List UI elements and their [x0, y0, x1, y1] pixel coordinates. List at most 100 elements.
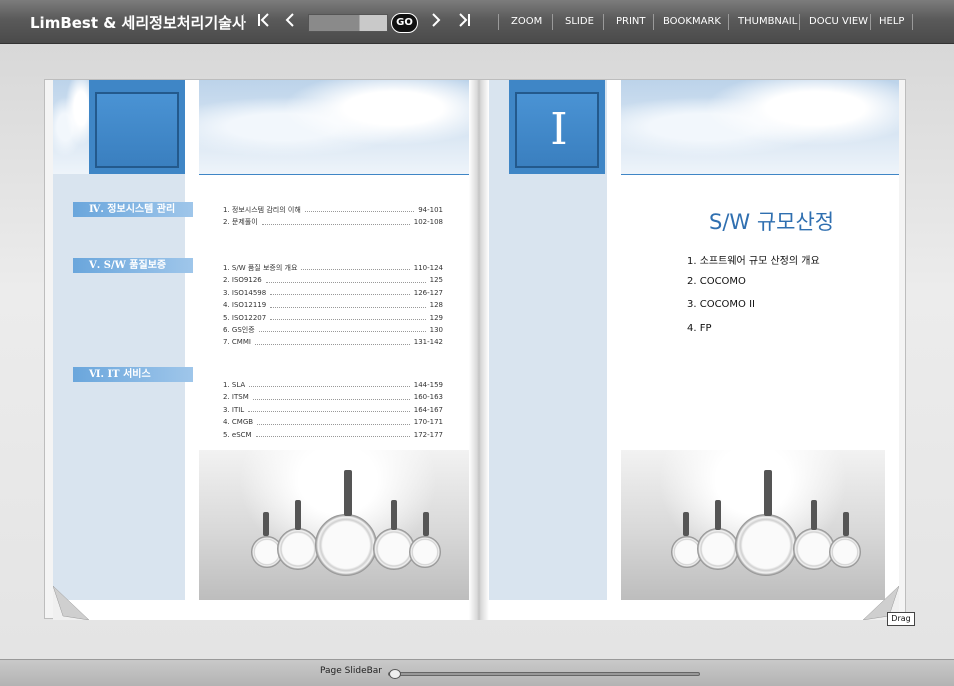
toc-leader-dots [270, 299, 426, 308]
toc-entry[interactable]: 3. ITIL 164-167 [223, 404, 443, 416]
toc-entry[interactable]: 7. CMMI 131-142 [223, 336, 443, 348]
sky-banner [53, 80, 93, 174]
person-figure [344, 470, 352, 516]
separator [799, 14, 800, 30]
toc-entry-title: 3. ISO14598 [223, 288, 267, 297]
toc-group-4: 1. 정보시스템 감리의 이해 94-101 2. 문제풀이 102-108 [223, 204, 443, 229]
toc-entry[interactable]: 5. eSCM 172-177 [223, 429, 443, 441]
separator [603, 14, 604, 30]
person-figure [683, 512, 689, 536]
toc-leader-dots [257, 416, 410, 425]
page-curl-icon[interactable] [53, 586, 89, 620]
right-page[interactable]: I S/W 규모산정 1. 소프트웨어 규모 산정의 개요 2. COCOMO … [477, 80, 899, 620]
toc-leader-dots [265, 274, 426, 283]
toc-entry-pages: 129 [429, 313, 443, 322]
menu-slide[interactable]: SLIDE [565, 16, 594, 27]
separator [552, 14, 553, 30]
menu-print[interactable]: PRINT [616, 16, 646, 27]
first-page-icon[interactable] [254, 11, 274, 33]
section-bar-4: Ⅳ. 정보시스템 관리 [73, 202, 193, 217]
chapter-tab-inner: I [515, 92, 599, 168]
toc-leader-dots [301, 262, 410, 271]
separator [728, 14, 729, 30]
menu-thumbnail[interactable]: THUMBNAIL [738, 16, 797, 27]
toc-entry[interactable]: 2. ITSM 160-163 [223, 391, 443, 403]
chapter-title: S/W 규모산정 [709, 210, 835, 234]
menu-bookmark[interactable]: BOOKMARK [663, 16, 721, 27]
toc-entry[interactable]: 3. ISO14598 126-127 [223, 287, 443, 299]
clock-illustration [697, 528, 739, 570]
menu-help[interactable]: HELP [879, 16, 904, 27]
book-spread: Ⅳ. 정보시스템 관리 Ⅴ. S/W 품질보증 Ⅵ. IT 서비스 1. 정보시… [44, 79, 906, 620]
clock-illustration [735, 514, 797, 576]
chapter-item: 2. COCOMO [687, 276, 746, 287]
toc-leader-dots [252, 391, 410, 400]
chapter-tab-inner [95, 92, 179, 168]
go-button[interactable]: GO [391, 13, 418, 33]
toc-entry[interactable]: 2. ISO9126 125 [223, 274, 443, 286]
separator [243, 14, 244, 30]
toc-entry-title: 3. ITIL [223, 405, 245, 414]
toc-entry[interactable]: 1. S/W 품질 보증의 개요 110-124 [223, 262, 443, 274]
toc-entry-pages: 110-124 [413, 264, 443, 272]
menu-docu-view[interactable]: DOCU VIEW [809, 16, 868, 27]
left-page[interactable]: Ⅳ. 정보시스템 관리 Ⅴ. S/W 품질보증 Ⅵ. IT 서비스 1. 정보시… [53, 80, 477, 620]
header-rule [199, 174, 477, 175]
chapter-roman-numeral: I [550, 104, 568, 155]
toc-entry-title: 7. CMMI [223, 338, 251, 347]
toc-entry[interactable]: 5. ISO12207 129 [223, 312, 443, 324]
clocks-illustration [199, 450, 477, 600]
toc-leader-dots [249, 379, 410, 388]
toc-entry-pages: 102-108 [413, 218, 443, 227]
toc-entry-title: 2. ISO9126 [223, 276, 262, 285]
toc-entry-pages: 170-171 [413, 418, 443, 427]
toc-entry[interactable]: 2. 문제풀이 102-108 [223, 216, 443, 228]
toc-entry-pages: 126-127 [413, 288, 443, 297]
page-number-input[interactable] [308, 14, 388, 32]
toc-entry-title: 1. SLA [223, 381, 246, 389]
toc-leader-dots [304, 204, 415, 213]
clock-illustration [315, 514, 377, 576]
toc-entry[interactable]: 1. SLA 144-159 [223, 379, 443, 391]
toc-entry-pages: 164-167 [413, 405, 443, 414]
bottom-bar: Page SlideBar [0, 659, 954, 686]
toc-entry[interactable]: 1. 정보시스템 감리의 이해 94-101 [223, 204, 443, 216]
brand-title: LimBest & 세리정보처리기술사 [30, 14, 246, 32]
toc-entry[interactable]: 4. ISO12119 128 [223, 299, 443, 311]
toc-entry-pages: 128 [429, 301, 443, 310]
toc-group-5: 1. S/W 품질 보증의 개요 110-124 2. ISO9126 125 3. I… [223, 262, 443, 349]
clocks-illustration [621, 450, 885, 600]
sky-banner [621, 80, 899, 174]
toc-entry[interactable]: 4. CMGB 170-171 [223, 416, 443, 428]
section-bar-6: Ⅵ. IT 서비스 [73, 367, 193, 382]
chapter-item: 4. FP [687, 323, 712, 334]
last-page-icon[interactable] [454, 11, 474, 33]
toc-entry-title: 1. S/W 품질 보증의 개요 [223, 264, 298, 272]
prev-page-icon[interactable] [280, 11, 300, 33]
toc-entry-title: 6. GS인증 [223, 325, 255, 334]
person-figure [263, 512, 269, 536]
toc-entry-title: 1. 정보시스템 감리의 이해 [223, 206, 301, 214]
person-figure [423, 512, 429, 536]
page-slidebar[interactable] [388, 669, 700, 679]
toc-leader-dots [248, 404, 410, 413]
clock-illustration [409, 536, 441, 568]
chapter-item: 3. COCOMO II [687, 299, 756, 310]
clock-illustration [277, 528, 319, 570]
header-rule [621, 174, 899, 175]
toc-leader-dots [255, 429, 410, 437]
next-page-icon[interactable] [426, 11, 446, 33]
menu-zoom[interactable]: ZOOM [511, 16, 542, 27]
top-toolbar: LimBest & 세리정보처리기술사 GO ZOOM SLIDE PRINT … [0, 0, 954, 44]
toc-leader-dots [261, 216, 410, 225]
drag-handle[interactable]: Drag [887, 612, 915, 626]
toc-leader-dots [270, 287, 410, 296]
clock-illustration [829, 536, 861, 568]
toc-leader-dots [258, 324, 426, 333]
toc-entry[interactable]: 6. GS인증 130 [223, 324, 443, 336]
viewer-stage: Ⅳ. 정보시스템 관리 Ⅴ. S/W 품질보증 Ⅵ. IT 서비스 1. 정보시… [0, 44, 954, 659]
toc-entry-title: 5. ISO12207 [223, 313, 267, 322]
slidebar-thumb[interactable] [389, 669, 401, 679]
toc-entry-pages: 94-101 [418, 206, 443, 214]
separator [870, 14, 871, 30]
